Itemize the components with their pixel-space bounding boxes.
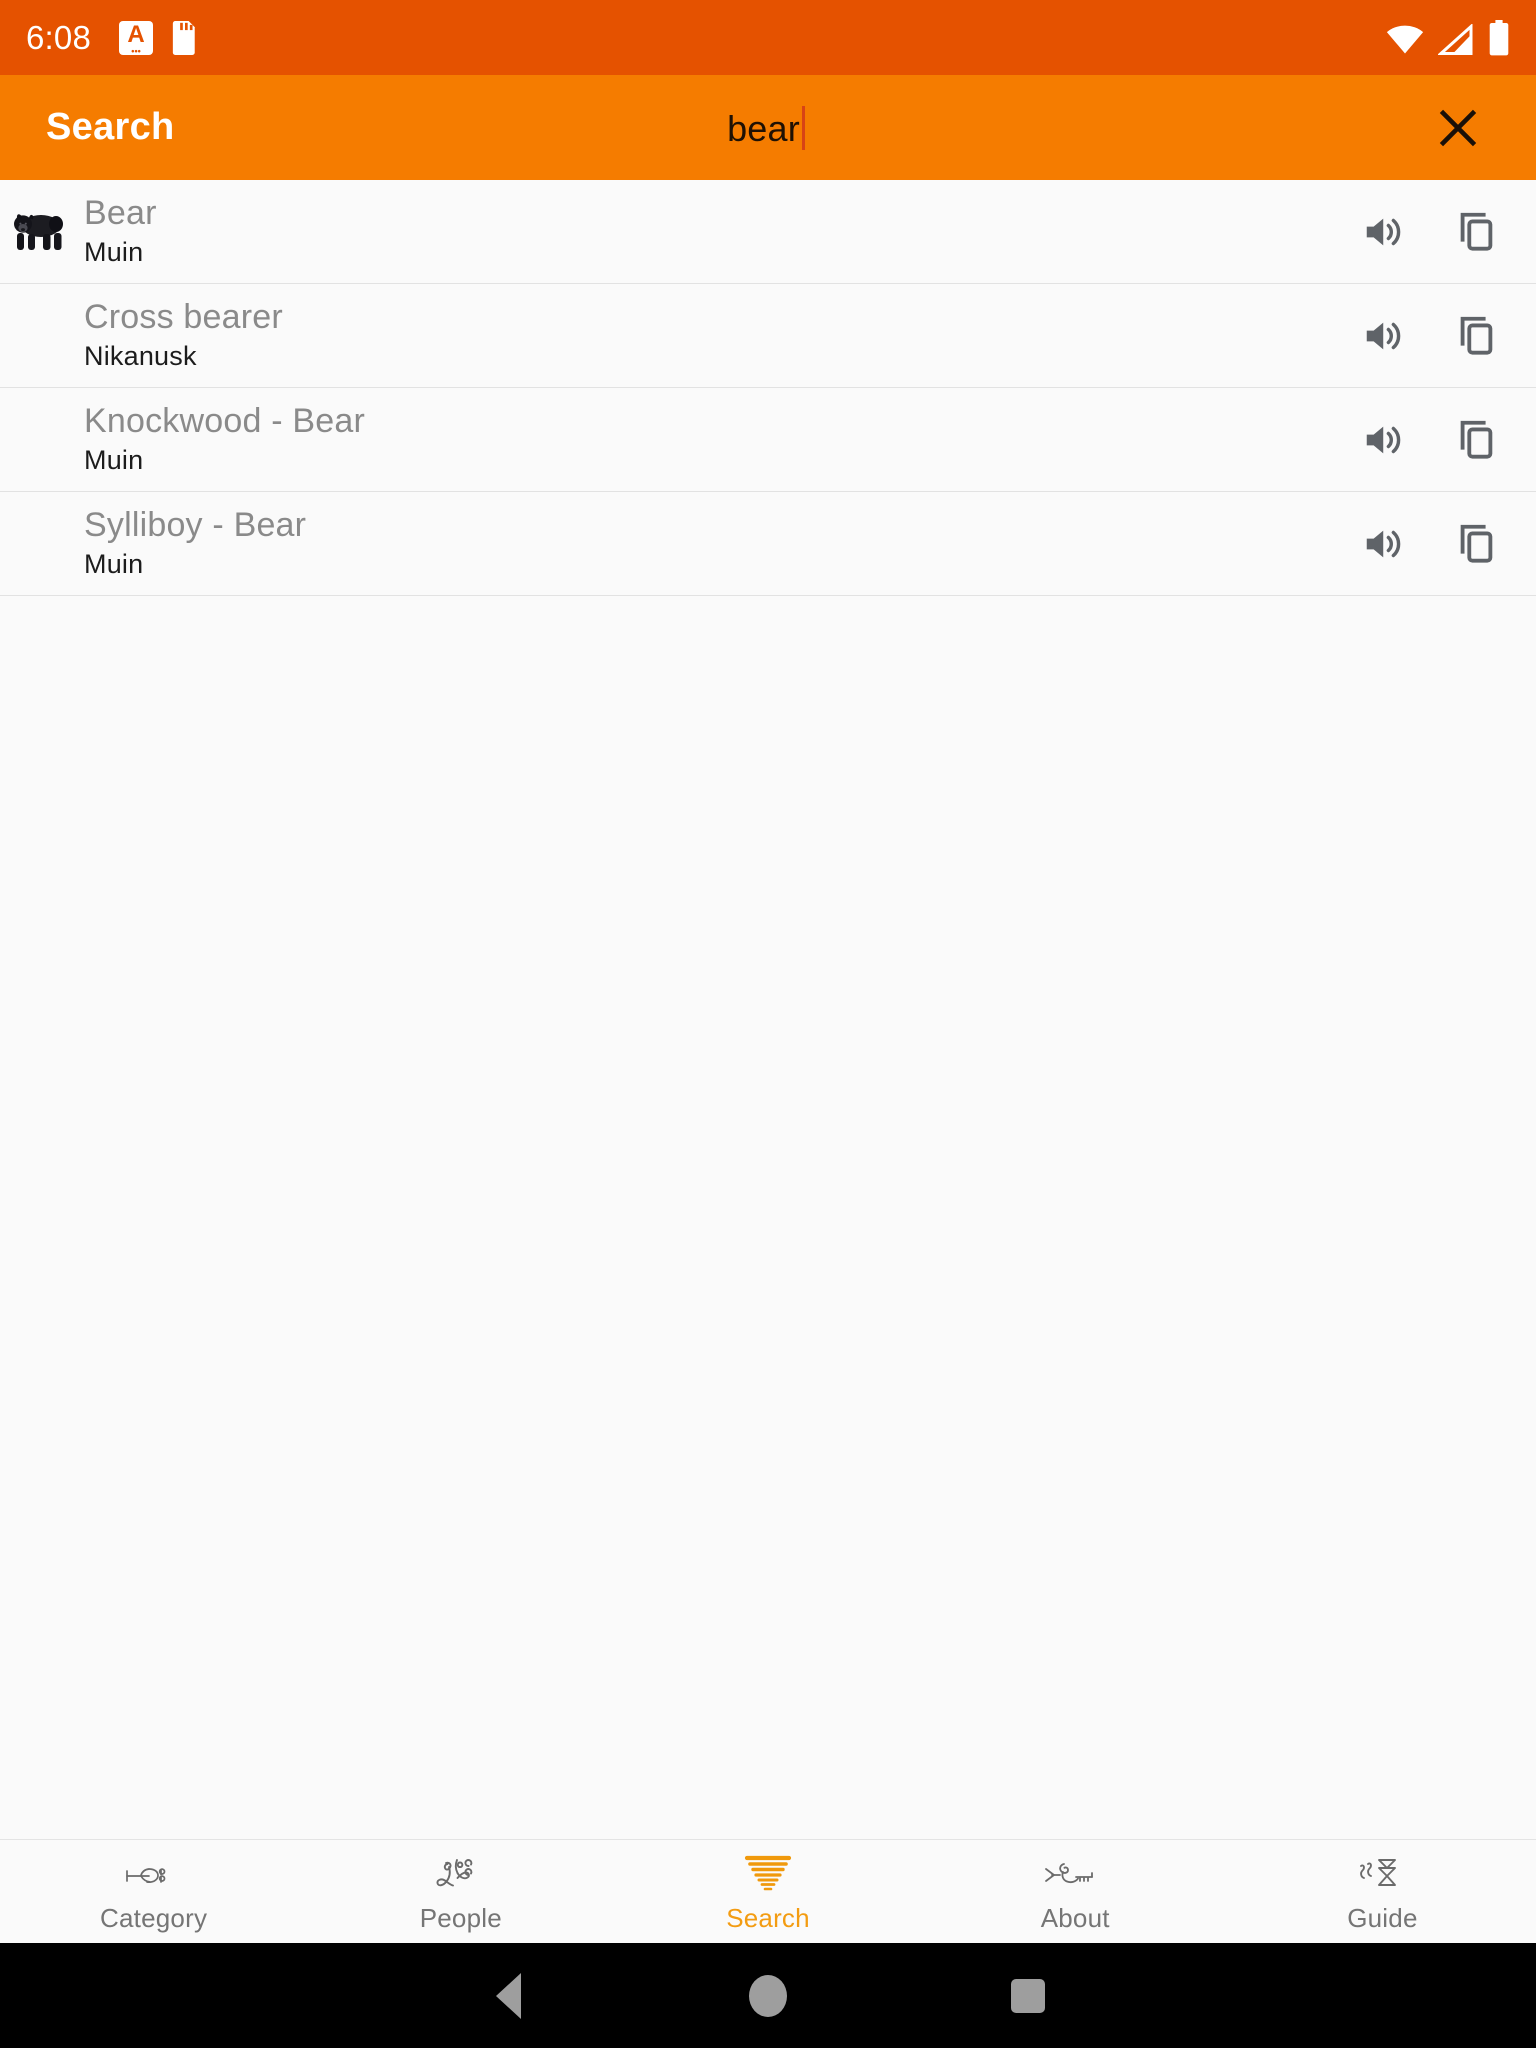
result-text-block: Knockwood - Bear Muin xyxy=(76,401,1356,478)
recents-square-icon xyxy=(1011,1978,1045,2013)
mikmaq-glyph-category-icon xyxy=(123,1853,185,1899)
result-text-block: Bear Muin xyxy=(76,193,1356,270)
status-bar-clock: 6:08 xyxy=(26,18,92,56)
play-audio-button[interactable] xyxy=(1356,308,1412,364)
home-circle-icon xyxy=(749,1974,787,2017)
android-home-button[interactable] xyxy=(638,1974,898,2017)
mikmaq-glyph-people-icon xyxy=(432,1853,490,1899)
android-back-button[interactable] xyxy=(378,1972,638,2019)
nav-tab-category[interactable]: Category xyxy=(0,1840,307,1943)
result-title: Sylliboy - Bear xyxy=(84,506,307,545)
result-thumbnail xyxy=(10,411,68,469)
result-thumbnail xyxy=(10,203,68,261)
result-text-block: Sylliboy - Bear Muin xyxy=(76,505,1356,582)
aod-letter-a-icon: A xyxy=(119,20,154,56)
mikmaq-glyph-about-icon xyxy=(1042,1853,1108,1899)
status-bar-notification-icons: A xyxy=(119,20,200,56)
copy-icon xyxy=(1460,420,1493,459)
play-audio-button[interactable] xyxy=(1356,412,1412,468)
volume-speaker-icon xyxy=(1366,218,1401,245)
close-icon xyxy=(1439,109,1477,146)
table-row[interactable]: Cross bearer Nikanusk xyxy=(0,284,1536,388)
row-actions xyxy=(1356,412,1504,468)
sd-card-icon xyxy=(172,20,195,55)
mikmaq-glyph-search-icon xyxy=(737,1853,799,1899)
volume-speaker-icon xyxy=(1366,322,1401,349)
table-row[interactable]: Knockwood - Bear Muin xyxy=(0,388,1536,492)
play-audio-button[interactable] xyxy=(1356,516,1412,572)
play-audio-button[interactable] xyxy=(1356,204,1412,260)
nav-tab-label: Category xyxy=(100,1903,208,1933)
search-results-list[interactable]: Bear Muin Cross bearer Nikanusk Knockwoo… xyxy=(0,180,1536,1839)
text-cursor xyxy=(801,105,805,150)
search-input-wrapper: bear xyxy=(0,75,1536,180)
table-row[interactable]: Sylliboy - Bear Muin xyxy=(0,492,1536,596)
copy-button[interactable] xyxy=(1448,412,1504,468)
status-bar-system-icons xyxy=(1386,19,1510,56)
nav-tab-guide[interactable]: Guide xyxy=(1229,1840,1536,1943)
copy-button[interactable] xyxy=(1448,204,1504,260)
close-search-button[interactable] xyxy=(1426,96,1490,160)
volume-speaker-icon xyxy=(1366,426,1401,453)
copy-icon xyxy=(1460,524,1493,563)
android-recents-button[interactable] xyxy=(898,1978,1158,2013)
android-system-navigation-bar xyxy=(0,1943,1536,2048)
status-bar: 6:08 A xyxy=(0,0,1536,75)
volume-speaker-icon xyxy=(1366,530,1401,557)
nav-tab-search[interactable]: Search xyxy=(614,1840,921,1943)
battery-icon xyxy=(1489,19,1509,55)
mikmaq-glyph-guide-icon xyxy=(1355,1853,1409,1899)
nav-tab-label: People xyxy=(419,1903,502,1933)
row-actions xyxy=(1356,204,1504,260)
result-subtitle: Muin xyxy=(84,445,144,476)
bottom-navigation-bar: Category People Search About Guide xyxy=(0,1839,1536,1943)
table-row[interactable]: Bear Muin xyxy=(0,180,1536,284)
nav-tab-label: Guide xyxy=(1347,1903,1418,1933)
result-title: Knockwood - Bear xyxy=(84,402,366,441)
back-triangle-icon xyxy=(495,1972,521,2019)
wifi-icon xyxy=(1386,25,1424,53)
copy-button[interactable] xyxy=(1448,308,1504,364)
cellular-signal-icon xyxy=(1438,23,1473,55)
app-toolbar: Search bear xyxy=(0,75,1536,180)
black-bear-photo xyxy=(14,213,63,250)
result-subtitle: Muin xyxy=(84,237,144,268)
nav-tab-about[interactable]: About xyxy=(922,1840,1229,1943)
result-subtitle: Nikanusk xyxy=(84,341,197,372)
nav-tab-label: Search xyxy=(726,1903,810,1933)
result-thumbnail xyxy=(10,307,68,365)
page-title: Search xyxy=(46,106,175,148)
result-text-block: Cross bearer Nikanusk xyxy=(76,297,1356,374)
row-actions xyxy=(1356,308,1504,364)
copy-icon xyxy=(1460,212,1493,251)
result-title: Cross bearer xyxy=(84,298,283,337)
nav-tab-label: About xyxy=(1040,1903,1110,1933)
search-input-text: bear xyxy=(727,107,800,149)
result-title: Bear xyxy=(84,194,157,233)
copy-button[interactable] xyxy=(1448,516,1504,572)
row-actions xyxy=(1356,516,1504,572)
nav-tab-people[interactable]: People xyxy=(307,1840,614,1943)
search-input[interactable]: bear xyxy=(727,105,809,150)
app-screen: 6:08 A Search xyxy=(0,0,1536,2048)
copy-icon xyxy=(1460,316,1493,355)
result-subtitle: Muin xyxy=(84,549,144,580)
result-thumbnail xyxy=(10,515,68,573)
